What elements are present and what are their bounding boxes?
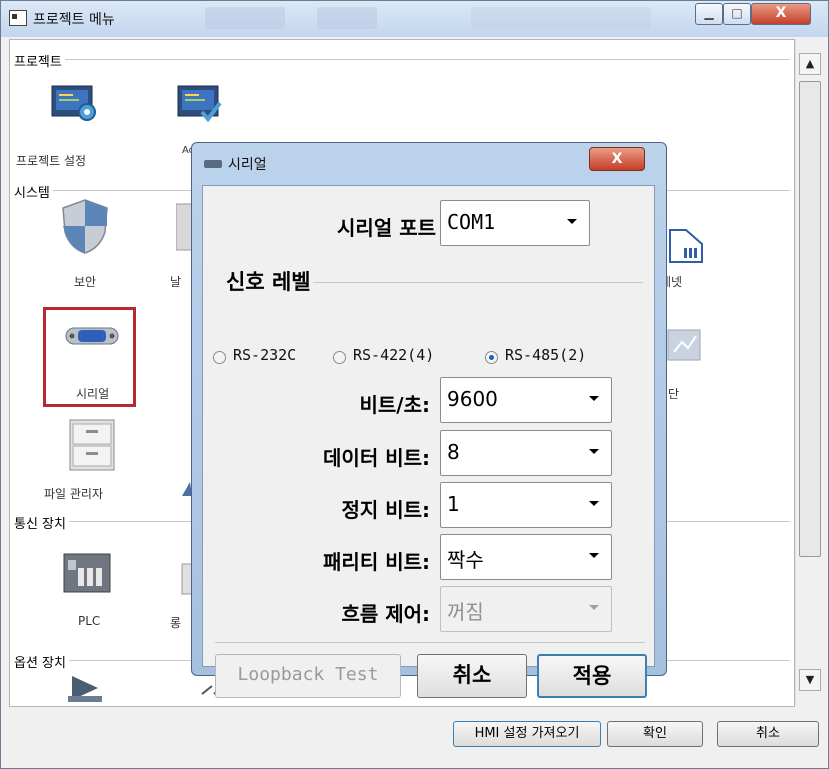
title-blur xyxy=(205,7,285,29)
stopbits-select[interactable]: 1 xyxy=(440,482,612,528)
parity-label: 패리티 비트: xyxy=(323,550,430,574)
option-device-icon[interactable] xyxy=(68,672,104,706)
diagnostics-icon[interactable] xyxy=(666,326,706,370)
flow-control-select: 꺼짐 xyxy=(440,586,612,632)
port-select[interactable]: COM1 xyxy=(440,200,590,246)
stopbits-label: 정지 비트: xyxy=(341,498,430,522)
radio-rs232c[interactable] xyxy=(213,351,226,364)
title-blur xyxy=(471,7,651,29)
security-label[interactable]: 보안 xyxy=(74,273,96,290)
plc-icon[interactable] xyxy=(62,550,112,598)
radio-rs232c-label[interactable]: RS-232C xyxy=(233,346,296,364)
databits-label: 데이터 비트: xyxy=(323,446,430,470)
chevron-down-icon xyxy=(567,219,577,224)
window-title: 프로젝트 메뉴 xyxy=(33,12,115,28)
maximize-button[interactable]: □ xyxy=(723,3,751,25)
title-blur xyxy=(317,7,377,29)
port-value: COM1 xyxy=(447,210,496,234)
baud-value: 9600 xyxy=(447,387,498,411)
group-divider xyxy=(14,59,790,60)
file-manager-icon[interactable] xyxy=(68,418,116,476)
ethernet-icon[interactable] xyxy=(666,226,706,270)
chevron-down-icon xyxy=(589,449,599,454)
baud-label: 비트/초: xyxy=(359,393,430,417)
serial-dialog: 시리얼 X 시리얼 포트 COM1 신호 레벨 RS-232C RS-422(4… xyxy=(191,142,667,698)
project-settings-icon[interactable] xyxy=(50,82,100,130)
chevron-down-icon xyxy=(589,501,599,506)
group-label-option: 옵션 장치 xyxy=(14,652,69,671)
scroll-thumb[interactable] xyxy=(799,81,821,557)
project-apply-icon[interactable] xyxy=(176,82,226,130)
dialog-close-button[interactable]: X xyxy=(589,147,645,171)
import-hmi-settings-button[interactable]: HMI 설정 가져오기 xyxy=(453,721,601,747)
cancel-button[interactable]: 취소 xyxy=(717,721,819,747)
signal-level-label: 신호 레벨 xyxy=(226,270,311,294)
serial-title-icon xyxy=(204,160,222,168)
radio-rs422[interactable] xyxy=(333,351,346,364)
flow-control-value: 꺼짐 xyxy=(447,600,484,624)
close-button[interactable]: X xyxy=(751,3,811,25)
ok-button[interactable]: 확인 xyxy=(607,721,703,747)
flow-control-label: 흐름 제어: xyxy=(341,602,430,626)
baud-select[interactable]: 9600 xyxy=(440,377,612,423)
group-divider xyxy=(313,282,643,283)
group-label-system: 시스템 xyxy=(14,182,53,201)
file-manager-label[interactable]: 파일 관리자 xyxy=(44,485,103,502)
group-label-comm: 통신 장치 xyxy=(14,513,69,532)
databits-value: 8 xyxy=(447,440,460,464)
stopbits-value: 1 xyxy=(447,492,460,516)
title-bar[interactable]: 프로젝트 메뉴 ▁ □ X xyxy=(1,1,828,37)
group-divider xyxy=(215,642,645,643)
radio-rs422-label[interactable]: RS-422(4) xyxy=(353,346,434,364)
radio-rs485[interactable] xyxy=(485,351,498,364)
radio-rs485-label[interactable]: RS-485(2) xyxy=(505,346,586,364)
chevron-down-icon xyxy=(589,605,599,610)
security-shield-icon[interactable] xyxy=(60,198,110,258)
dialog-cancel-button[interactable]: 취소 xyxy=(417,654,527,698)
minimize-button[interactable]: ▁ xyxy=(695,3,723,25)
chevron-down-icon xyxy=(589,396,599,401)
plc-label[interactable]: PLC xyxy=(78,614,100,628)
scroll-down-button[interactable]: ▼ xyxy=(799,669,821,691)
parity-value: 짝수 xyxy=(447,548,484,572)
diagnostics-label[interactable]: 단 xyxy=(668,385,679,402)
parity-select[interactable]: 짝수 xyxy=(440,534,612,580)
dialog-apply-button[interactable]: 적용 xyxy=(537,654,647,698)
port-label: 시리얼 포트 xyxy=(337,216,436,240)
serial-dialog-title: 시리얼 xyxy=(228,157,267,173)
comm-device-label[interactable]: 롱 xyxy=(170,614,181,631)
loopback-test-button: Loopback Test xyxy=(215,654,401,698)
group-label-project: 프로젝트 xyxy=(14,51,65,70)
serial-highlight-box xyxy=(43,307,136,407)
serial-dialog-body: 시리얼 포트 COM1 신호 레벨 RS-232C RS-422(4) RS-4… xyxy=(202,185,655,698)
datetime-label[interactable]: 날 xyxy=(170,273,181,290)
project-settings-label[interactable]: 프로젝트 설정 xyxy=(16,152,86,169)
chevron-down-icon xyxy=(589,553,599,558)
vertical-scrollbar[interactable]: ▲ ▼ xyxy=(795,39,822,705)
window-app-icon xyxy=(9,10,27,26)
scroll-up-button[interactable]: ▲ xyxy=(799,53,821,75)
databits-select[interactable]: 8 xyxy=(440,430,612,476)
